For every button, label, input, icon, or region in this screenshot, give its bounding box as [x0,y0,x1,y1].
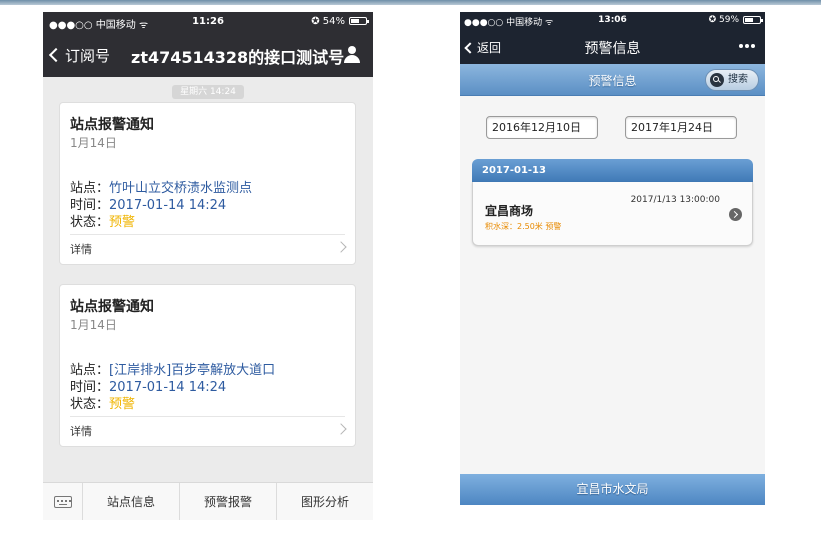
detail-link[interactable]: 详情 [70,423,92,439]
footer-bar: 宜昌市水文局 [460,474,765,505]
page-title: zt474514328的接口测试号 [131,48,345,67]
menu-warning-alarm[interactable]: 预警报警 [180,483,277,520]
start-date-input[interactable]: 2016年12月10日 [486,116,598,139]
chevron-left-icon [48,47,64,63]
state-label: 状态： [70,215,110,230]
divider [70,416,345,417]
search-label: 搜索 [728,74,748,85]
wechat-screen: ●●●○○ 中国移动 ᯤ 11:26 ✪ 54% 订阅号 zt474514328… [43,12,373,520]
state-row: 状态：预警 [70,211,135,230]
card-title: 站点报警通知 [70,117,154,133]
warning-info-screen: ●●●○○ 中国移动 ᯤ 13:06 ✪ 59% 返回 预警信息 预警信息 搜索… [460,12,765,505]
menu-graph-analysis[interactable]: 图形分析 [277,483,373,520]
battery-icon [743,16,763,24]
search-icon [710,73,724,87]
search-button[interactable]: 搜索 [705,69,759,91]
alert-card[interactable]: 站点报警通知 1月14日 站点：竹叶山立交桥渍水监测点 时间：2017-01-1… [59,102,356,265]
status-bar: ●●●○○ 中国移动 ᯤ 13:06 ✪ 59% [460,12,765,30]
header-bar: 预警信息 搜索 [460,64,765,96]
state-value: 预警 [109,215,136,230]
warning-list-item[interactable]: 宜昌商场 积水深：2.50米 预警 2017/1/13 13:00:00 [472,182,753,246]
user-head-shape [348,46,356,54]
status-bar: ●●●○○ 中国移动 ᯤ 11:26 ✪ 54% [43,12,373,32]
page-title: 预警信息 [584,41,641,57]
card-date: 1月14日 [70,318,117,332]
back-label: 订阅号 [65,47,111,65]
chevron-right-icon [335,241,347,253]
nav-bar: 订阅号 zt474514328的接口测试号 [43,32,373,77]
arrow-right-icon [729,208,742,221]
card-date: 1月14日 [70,136,117,150]
user-profile-icon[interactable] [343,46,361,64]
end-date-input[interactable]: 2017年1月24日 [625,116,737,139]
battery-percent: ✪ 54% [311,16,345,27]
user-body-shape [344,55,360,63]
battery-icon [349,17,369,25]
water-depth-status: 积水深：2.50米 预警 [485,222,562,231]
message-timestamp: 星期六 14:24 [172,85,244,99]
card-title: 站点报警通知 [70,299,154,315]
record-time: 2017/1/13 13:00:00 [630,195,720,205]
keyboard-icon [54,496,72,508]
more-options-icon[interactable] [739,44,755,48]
state-label: 状态： [70,397,110,412]
alert-card[interactable]: 站点报警通知 1月14日 站点：[江岸排水]百步亭解放大道口 时间：2017-0… [59,284,356,447]
state-row: 状态：预警 [70,393,135,412]
bottom-menu-bar: 站点信息 预警报警 图形分析 [43,482,373,520]
battery-percent: ✪ 59% [708,15,739,25]
state-value: 预警 [109,397,136,412]
top-accent-line [0,0,821,5]
menu-site-info[interactable]: 站点信息 [83,483,180,520]
chevron-right-icon [335,423,347,435]
back-button[interactable]: 订阅号 [48,45,111,66]
nav-bar: 返回 预警信息 [460,30,765,64]
date-group-header: 2017-01-13 [472,159,753,182]
detail-link[interactable]: 详情 [70,241,92,257]
keyboard-toggle-button[interactable] [43,483,83,520]
divider [70,234,345,235]
station-name: 宜昌商场 [485,204,534,218]
